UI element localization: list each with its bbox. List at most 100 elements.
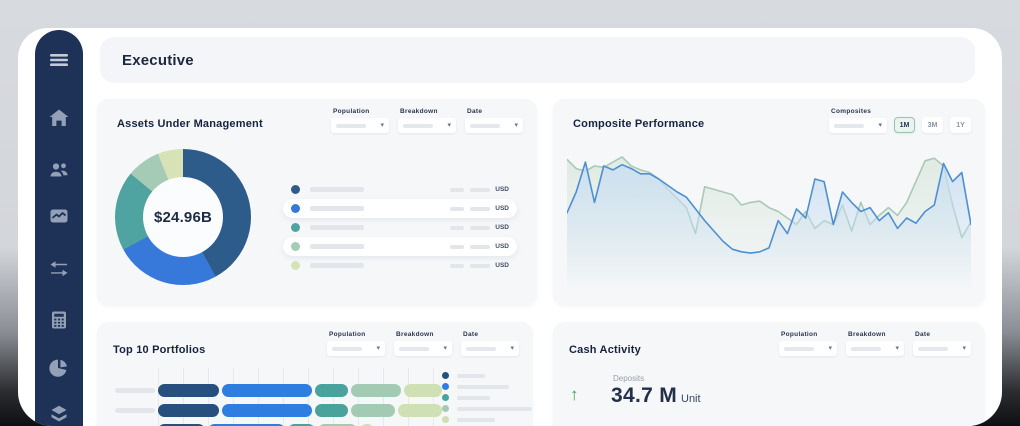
chevron-down-icon: ▾ xyxy=(376,345,380,352)
aum-donut-chart[interactable]: $24.96B xyxy=(115,149,251,285)
gridline xyxy=(158,368,159,426)
select-placeholder xyxy=(332,347,362,351)
composite-controls: Composites ▾ 1M 3M 1Y xyxy=(829,108,971,133)
top10-portfolios-card: Top 10 Portfolios Population▾Breakdown▾D… xyxy=(97,322,533,426)
aum-legend-row[interactable]: USD xyxy=(283,256,517,275)
top10-legend-row xyxy=(442,370,532,381)
filter-label: Population xyxy=(329,331,385,338)
gridline xyxy=(258,368,259,426)
composite-filters: Composites ▾ xyxy=(829,108,887,133)
legend-dot xyxy=(291,261,300,270)
filter-select-composites[interactable]: ▾ xyxy=(829,118,887,133)
legend-dot xyxy=(291,242,300,251)
stacked-bar xyxy=(158,404,442,417)
layers-icon[interactable] xyxy=(48,403,70,425)
composite-performance-chart[interactable] xyxy=(567,143,971,295)
top10-legend-row xyxy=(442,403,532,414)
chevron-down-icon: ▾ xyxy=(510,345,514,352)
filter-select-population[interactable]: ▾ xyxy=(779,341,837,356)
filter-select-population[interactable]: ▾ xyxy=(331,118,389,133)
home-icon[interactable] xyxy=(48,107,70,129)
calculator-icon[interactable] xyxy=(48,309,70,331)
portfolio-name-placeholder xyxy=(115,408,155,413)
filter-population: Population▾ xyxy=(779,331,837,356)
bar-segment xyxy=(351,404,395,417)
filter-label: Breakdown xyxy=(848,331,904,338)
legend-dot xyxy=(442,416,449,423)
filter-composites: Composites ▾ xyxy=(829,108,887,133)
chevron-down-icon: ▾ xyxy=(962,345,966,352)
filter-select-date[interactable]: ▾ xyxy=(461,341,519,356)
legend-dot xyxy=(442,372,449,379)
chevron-down-icon: ▾ xyxy=(895,345,899,352)
legend-name-placeholder xyxy=(457,374,485,378)
gridline xyxy=(433,368,434,426)
range-button-3m[interactable]: 3M xyxy=(922,117,943,133)
clients-icon[interactable] xyxy=(48,159,70,181)
filter-breakdown: Breakdown▾ xyxy=(398,108,456,133)
legend-dot xyxy=(442,394,449,401)
filter-select-population[interactable]: ▾ xyxy=(327,341,385,356)
chevron-down-icon: ▾ xyxy=(447,122,451,129)
aum-legend-row[interactable]: USD xyxy=(283,237,517,256)
range-button-group: 1M 3M 1Y xyxy=(894,117,971,133)
sidebar xyxy=(35,30,83,426)
filter-select-breakdown[interactable]: ▾ xyxy=(398,118,456,133)
filter-label: Date xyxy=(463,331,519,338)
legend-amount-placeholder xyxy=(470,264,490,268)
filter-select-date[interactable]: ▾ xyxy=(465,118,523,133)
deposits-value-row: 34.7 M Unit xyxy=(611,384,701,408)
select-placeholder xyxy=(399,347,429,351)
filter-breakdown: Breakdown▾ xyxy=(394,331,452,356)
top10-legend-row xyxy=(442,392,532,403)
bar-segment xyxy=(222,384,313,397)
range-button-1m[interactable]: 1M xyxy=(894,117,915,133)
aum-legend-row[interactable]: USD xyxy=(283,180,517,199)
aum-legend-row[interactable]: USD xyxy=(283,199,517,218)
select-placeholder xyxy=(466,347,496,351)
bar-segment xyxy=(404,384,443,397)
legend-value-placeholder xyxy=(450,226,464,230)
legend-amount-placeholder xyxy=(470,226,490,230)
gridline xyxy=(383,368,384,426)
filter-label: Composites xyxy=(831,108,887,115)
chart-gridlines xyxy=(158,368,434,426)
gridline xyxy=(183,368,184,426)
gridline xyxy=(283,368,284,426)
menu-icon[interactable] xyxy=(48,49,70,71)
chevron-down-icon: ▾ xyxy=(443,345,447,352)
legend-dot xyxy=(291,223,300,232)
legend-name-placeholder xyxy=(457,385,509,389)
filter-select-breakdown[interactable]: ▾ xyxy=(846,341,904,356)
legend-value-placeholder xyxy=(450,245,464,249)
filter-select-breakdown[interactable]: ▾ xyxy=(394,341,452,356)
legend-amount-placeholder xyxy=(470,188,490,192)
aum-card: Assets Under Management Population▾Break… xyxy=(97,99,537,306)
cash-filters: Population▾Breakdown▾Date▾ xyxy=(779,331,971,356)
desktop-background: Executive Assets Under Management Popula… xyxy=(0,0,1020,426)
transfers-icon[interactable] xyxy=(48,257,70,279)
filter-population: Population ▾ xyxy=(327,331,385,356)
deposits-label: Deposits xyxy=(613,374,644,383)
composite-card-title: Composite Performance xyxy=(573,118,704,130)
bar-segment xyxy=(158,404,219,417)
aum-legend-row[interactable]: USD xyxy=(283,218,517,237)
deposits-value: 34.7 M xyxy=(611,384,677,408)
legend-name-placeholder xyxy=(457,418,495,422)
filter-label: Population xyxy=(333,108,389,115)
top10-filters: Population▾Breakdown▾Date▾ xyxy=(327,331,519,356)
legend-dot xyxy=(442,383,449,390)
legend-name-placeholder xyxy=(310,206,364,211)
chevron-down-icon: ▾ xyxy=(878,122,882,129)
currency-label: USD xyxy=(495,243,509,250)
allocation-icon[interactable] xyxy=(48,357,70,379)
page-title: Executive xyxy=(122,52,194,69)
bar-segment xyxy=(351,384,401,397)
performance-icon[interactable] xyxy=(48,205,70,227)
range-button-1y[interactable]: 1Y xyxy=(950,117,971,133)
filter-select-date[interactable]: ▾ xyxy=(913,341,971,356)
aum-legend: USDUSDUSDUSDUSD xyxy=(283,180,517,275)
gridline xyxy=(308,368,309,426)
gridline xyxy=(233,368,234,426)
legend-name-placeholder xyxy=(310,187,364,192)
